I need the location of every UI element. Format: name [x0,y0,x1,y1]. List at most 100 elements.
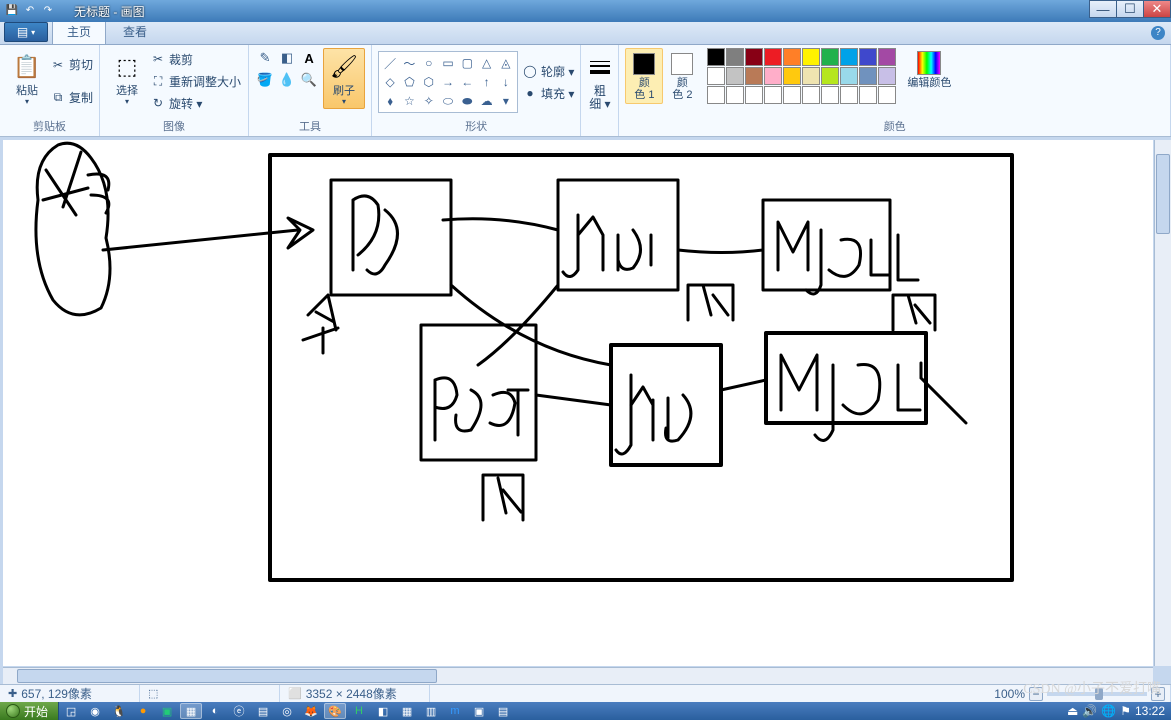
taskbar-icon[interactable]: ▤ [492,703,514,719]
shapes-gallery[interactable]: ／〜○▭▢△◬ ◇⬠⬡→←↑↓ ⬧☆✧⬭⬬☁▾ [378,51,518,113]
taskbar-icon[interactable]: m [444,703,466,719]
palette-swatch[interactable] [764,48,782,66]
palette-swatch[interactable] [821,67,839,85]
palette-swatch[interactable] [745,48,763,66]
size-button[interactable]: 粗细 ▾ [581,48,619,114]
taskbar-icon[interactable]: 🐧 [108,703,130,719]
palette-swatch[interactable] [726,67,744,85]
taskbar-icon[interactable]: 🦊 [300,703,322,719]
palette-swatch[interactable] [878,67,896,85]
taskbar-paint-icon[interactable]: 🎨 [324,703,346,719]
taskbar-icon[interactable]: ▤ [252,703,274,719]
palette-swatch[interactable] [745,86,763,104]
palette-swatch[interactable] [878,86,896,104]
menu-icon: ▤ [17,25,28,39]
tray-icon[interactable]: ⚑ [1120,704,1131,718]
palette-swatch[interactable] [764,86,782,104]
taskbar-icon[interactable]: ▣ [468,703,490,719]
palette-swatch[interactable] [859,48,877,66]
palette-swatch[interactable] [783,86,801,104]
color2-button[interactable]: 颜 色 2 [663,48,701,104]
brush-icon: 🖌 [328,51,360,83]
tray-icon[interactable]: 🌐 [1101,704,1116,718]
tray-icon[interactable]: ⏏ [1067,704,1078,718]
taskbar-icon[interactable]: ▣ [156,703,178,719]
tray-icon[interactable]: 🔊 [1082,704,1097,718]
pencil-tool[interactable]: ✎ [255,48,275,68]
taskbar-icon[interactable]: ▥ [420,703,442,719]
palette-swatch[interactable] [802,67,820,85]
taskbar-icon[interactable]: ◲ [60,703,82,719]
tray-clock[interactable]: 13:22 [1135,704,1165,718]
canvas[interactable] [3,140,1153,666]
resize-button[interactable]: ⛶重新调整大小 [150,70,242,92]
zoom-tool[interactable]: 🔍 [299,70,319,90]
brush-button[interactable]: 🖌 刷子 ▾ [323,48,365,109]
taskbar-icon[interactable]: H [348,703,370,719]
redo-icon[interactable]: ↷ [40,2,56,18]
palette-swatch[interactable] [783,48,801,66]
scissors-icon: ✂ [50,57,66,73]
group-tools: ✎ ◧ A 🪣 💧 🔍 🖌 刷子 ▾ 工具 [249,45,372,136]
taskbar-icon[interactable]: ◉ [84,703,106,719]
zoom-value: 100% [994,687,1025,701]
outline-button[interactable]: ◯轮廓 ▾ [522,60,574,82]
paste-button[interactable]: 📋 粘贴 ▾ [6,48,48,109]
palette-swatch[interactable] [840,86,858,104]
system-tray[interactable]: ⏏ 🔊 🌐 ⚑ 13:22 [1065,704,1167,718]
palette-swatch[interactable] [707,48,725,66]
palette-swatch[interactable] [745,67,763,85]
eraser-tool[interactable]: ◧ [277,48,297,68]
edit-colors-button[interactable]: 编辑颜色 [902,48,956,92]
color1-swatch [633,53,655,75]
palette-swatch[interactable] [859,86,877,104]
taskbar-icon[interactable]: ◧ [372,703,394,719]
maximize-button[interactable]: ☐ [1116,0,1144,18]
copy-button[interactable]: ⧉复制 [50,87,93,109]
file-menu-button[interactable]: ▤ [4,22,48,42]
ribbon: 📋 粘贴 ▾ ✂剪切 ⧉复制 剪贴板 ⬚ 选择 ▾ ✂裁剪 ⛶重新调整大小 ↻旋… [0,45,1171,137]
scrollbar-thumb-v[interactable] [1156,154,1170,234]
palette-swatch[interactable] [707,86,725,104]
palette-swatch[interactable] [783,67,801,85]
taskbar-icon[interactable]: ● [132,703,154,719]
fill-tool[interactable]: 🪣 [255,70,275,90]
horizontal-scrollbar[interactable] [3,667,1153,684]
clipboard-label: 剪贴板 [6,116,93,134]
palette-swatch[interactable] [859,67,877,85]
taskbar-icon[interactable]: ◐ [204,703,226,719]
palette-swatch[interactable] [821,48,839,66]
palette-swatch[interactable] [878,48,896,66]
text-tool[interactable]: A [299,48,319,68]
save-icon[interactable]: 💾 [4,2,20,18]
undo-icon[interactable]: ↶ [22,2,38,18]
select-button[interactable]: ⬚ 选择 ▾ [106,48,148,109]
vertical-scrollbar[interactable] [1154,140,1171,666]
palette-swatch[interactable] [840,48,858,66]
scrollbar-thumb-h[interactable] [17,669,437,683]
minimize-button[interactable]: — [1089,0,1117,18]
color-palette[interactable] [707,48,896,104]
rotate-button[interactable]: ↻旋转 ▾ [150,92,242,114]
palette-swatch[interactable] [764,67,782,85]
palette-swatch[interactable] [726,48,744,66]
help-icon[interactable]: ? [1151,26,1165,40]
taskbar-icon[interactable]: ◎ [276,703,298,719]
color1-button[interactable]: 颜 色 1 [625,48,663,104]
palette-swatch[interactable] [840,67,858,85]
picker-tool[interactable]: 💧 [277,70,297,90]
taskbar-icon[interactable]: ▦ [180,703,202,719]
close-button[interactable]: ✕ [1143,0,1171,18]
cut-button[interactable]: ✂剪切 [50,54,93,76]
palette-swatch[interactable] [707,67,725,85]
ribbon-tabs: ▤ 主页 查看 [0,22,1171,45]
crop-button[interactable]: ✂裁剪 [150,48,242,70]
taskbar-icon[interactable]: ⓔ [228,703,250,719]
start-button[interactable]: 开始 [0,702,59,720]
palette-swatch[interactable] [726,86,744,104]
fill-button[interactable]: ●填充 ▾ [522,82,574,104]
palette-swatch[interactable] [802,48,820,66]
taskbar-icon[interactable]: ▦ [396,703,418,719]
palette-swatch[interactable] [802,86,820,104]
palette-swatch[interactable] [821,86,839,104]
